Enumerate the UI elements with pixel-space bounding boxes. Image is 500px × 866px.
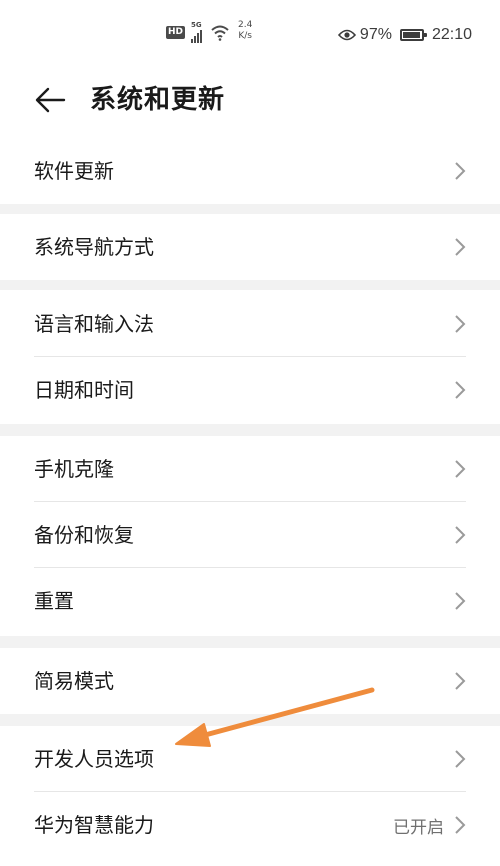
signal-icon (191, 29, 203, 43)
chevron-right-icon (455, 816, 466, 834)
chevron-right-icon (455, 672, 466, 690)
group-separator (0, 204, 500, 214)
settings-item-label: 语言和输入法 (34, 312, 154, 336)
arrow-left-icon (35, 87, 66, 113)
settings-item-date-time[interactable]: 日期和时间 (0, 357, 500, 423)
battery-icon (399, 29, 427, 41)
network-gen-label: 5G (191, 21, 202, 29)
signal-indicator: 5G (191, 21, 203, 43)
eye-icon (337, 29, 356, 41)
chevron-right-icon (455, 315, 466, 333)
settings-item-developer-options[interactable]: 开发人员选项 (0, 726, 500, 792)
status-bar: HD 5G 2.4 K/s 97% 22:10 (0, 0, 500, 66)
status-bar-right: 97% 22:10 (337, 26, 472, 44)
group-separator (0, 714, 500, 726)
back-button[interactable] (30, 82, 70, 118)
settings-item-value: 已开启 (393, 817, 444, 838)
settings-item-phone-clone[interactable]: 手机克隆 (0, 436, 500, 502)
chevron-right-icon (455, 526, 466, 544)
settings-item-label: 手机克隆 (34, 457, 114, 481)
settings-item-label: 重置 (34, 589, 74, 613)
settings-group: 手机克隆 备份和恢复 重置 (0, 436, 500, 634)
chevron-right-icon (455, 750, 466, 768)
settings-item-huawei-ai[interactable]: 华为智慧能力 已开启 (0, 792, 500, 858)
settings-group: 开发人员选项 华为智慧能力 已开启 (0, 726, 500, 858)
chevron-right-icon (455, 592, 466, 610)
battery-level (402, 32, 420, 38)
settings-item-navigation[interactable]: 系统导航方式 (0, 214, 500, 280)
settings-item-reset[interactable]: 重置 (0, 568, 500, 634)
settings-item-label: 华为智慧能力 (34, 813, 154, 837)
wifi-icon (211, 25, 229, 41)
hd-badge: HD (166, 26, 186, 39)
network-speed: 2.4 K/s (238, 20, 252, 42)
status-bar-left: HD 5G 2.4 K/s (166, 20, 252, 43)
settings-item-language-input[interactable]: 语言和输入法 (0, 291, 500, 357)
header: 系统和更新 (0, 72, 500, 128)
settings-item-label: 备份和恢复 (34, 523, 134, 547)
page-title: 系统和更新 (90, 85, 226, 115)
group-separator (0, 636, 500, 648)
settings-group: 语言和输入法 日期和时间 (0, 291, 500, 423)
network-speed-unit: K/s (238, 31, 252, 41)
settings-item-simple-mode[interactable]: 简易模式 (0, 648, 500, 714)
settings-item-label: 开发人员选项 (34, 747, 154, 771)
settings-item-label: 日期和时间 (34, 378, 134, 402)
settings-group: 系统导航方式 (0, 214, 500, 280)
settings-item-software-update[interactable]: 软件更新 (0, 138, 500, 204)
chevron-right-icon (455, 381, 466, 399)
settings-group: 简易模式 (0, 648, 500, 714)
settings-item-label: 系统导航方式 (34, 235, 154, 259)
chevron-right-icon (455, 238, 466, 256)
settings-group: 软件更新 (0, 138, 500, 204)
network-speed-value: 2.4 (238, 20, 253, 30)
clock: 22:10 (431, 26, 472, 43)
chevron-right-icon (455, 162, 466, 180)
battery-percent: 97% (359, 26, 392, 43)
settings-item-backup-restore[interactable]: 备份和恢复 (0, 502, 500, 568)
settings-item-label: 软件更新 (34, 159, 114, 183)
settings-item-label: 简易模式 (34, 669, 114, 693)
chevron-right-icon (455, 460, 466, 478)
group-separator (0, 280, 500, 290)
group-separator (0, 424, 500, 436)
